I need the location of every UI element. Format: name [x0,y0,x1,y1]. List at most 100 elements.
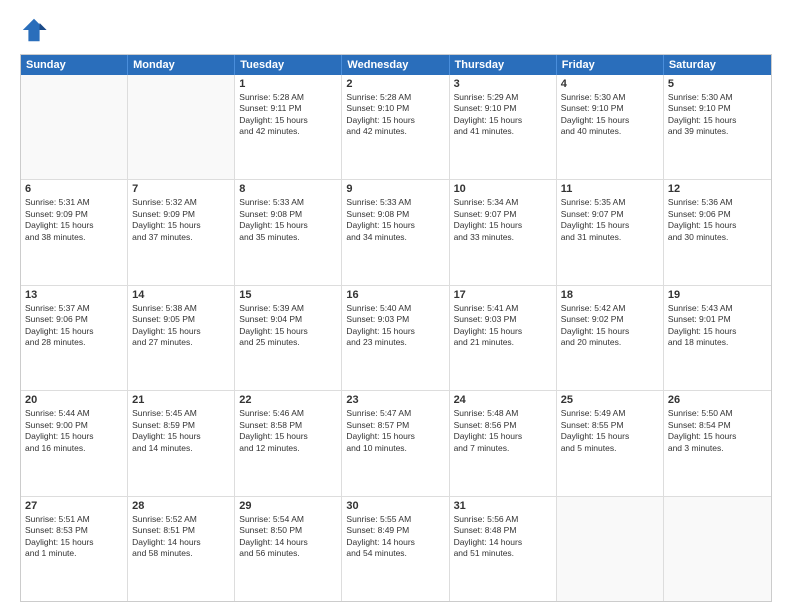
cell-line: Sunset: 8:49 PM [346,525,444,536]
cell-line: Sunset: 9:10 PM [454,103,552,114]
cell-line: Daylight: 15 hours [668,220,767,231]
day-cell-16: 16Sunrise: 5:40 AMSunset: 9:03 PMDayligh… [342,286,449,390]
header [20,16,772,44]
day-number: 5 [668,78,767,90]
calendar-row-3: 20Sunrise: 5:44 AMSunset: 9:00 PMDayligh… [21,391,771,496]
day-cell-11: 11Sunrise: 5:35 AMSunset: 9:07 PMDayligh… [557,180,664,284]
cell-line: Sunset: 9:03 PM [346,314,444,325]
cell-line: Sunset: 9:08 PM [346,209,444,220]
cell-line: Daylight: 15 hours [561,326,659,337]
calendar-body: 1Sunrise: 5:28 AMSunset: 9:11 PMDaylight… [21,75,771,601]
cell-line: Sunset: 9:07 PM [454,209,552,220]
day-cell-26: 26Sunrise: 5:50 AMSunset: 8:54 PMDayligh… [664,391,771,495]
cell-line: Sunrise: 5:41 AM [454,303,552,314]
header-cell-saturday: Saturday [664,55,771,75]
cell-line: and 10 minutes. [346,443,444,454]
cell-line: Sunset: 8:51 PM [132,525,230,536]
cell-line: and 51 minutes. [454,548,552,559]
cell-line: and 42 minutes. [239,126,337,137]
cell-line: Sunset: 8:50 PM [239,525,337,536]
calendar: SundayMondayTuesdayWednesdayThursdayFrid… [20,54,772,602]
cell-line: Sunset: 8:57 PM [346,420,444,431]
cell-line: Sunset: 9:09 PM [132,209,230,220]
cell-line: Daylight: 15 hours [239,431,337,442]
cell-line: Sunset: 8:54 PM [668,420,767,431]
cell-line: Sunset: 9:02 PM [561,314,659,325]
cell-line: and 54 minutes. [346,548,444,559]
cell-line: and 20 minutes. [561,337,659,348]
cell-line: Daylight: 14 hours [132,537,230,548]
day-number: 14 [132,289,230,301]
cell-line: Sunset: 9:10 PM [346,103,444,114]
cell-line: and 40 minutes. [561,126,659,137]
day-number: 1 [239,78,337,90]
cell-line: Daylight: 15 hours [454,220,552,231]
day-number: 22 [239,394,337,406]
day-cell-19: 19Sunrise: 5:43 AMSunset: 9:01 PMDayligh… [664,286,771,390]
day-number: 16 [346,289,444,301]
day-number: 15 [239,289,337,301]
cell-line: and 58 minutes. [132,548,230,559]
cell-line: Sunrise: 5:47 AM [346,408,444,419]
day-cell-7: 7Sunrise: 5:32 AMSunset: 9:09 PMDaylight… [128,180,235,284]
day-number: 7 [132,183,230,195]
day-cell-14: 14Sunrise: 5:38 AMSunset: 9:05 PMDayligh… [128,286,235,390]
calendar-row-2: 13Sunrise: 5:37 AMSunset: 9:06 PMDayligh… [21,286,771,391]
day-number: 30 [346,500,444,512]
day-number: 19 [668,289,767,301]
cell-line: and 28 minutes. [25,337,123,348]
cell-line: Daylight: 15 hours [668,431,767,442]
calendar-row-4: 27Sunrise: 5:51 AMSunset: 8:53 PMDayligh… [21,497,771,601]
cell-line: Sunrise: 5:31 AM [25,197,123,208]
cell-line: Sunrise: 5:50 AM [668,408,767,419]
cell-line: Sunrise: 5:38 AM [132,303,230,314]
cell-line: and 23 minutes. [346,337,444,348]
calendar-row-0: 1Sunrise: 5:28 AMSunset: 9:11 PMDaylight… [21,75,771,180]
day-cell-10: 10Sunrise: 5:34 AMSunset: 9:07 PMDayligh… [450,180,557,284]
cell-line: Sunrise: 5:37 AM [25,303,123,314]
header-cell-tuesday: Tuesday [235,55,342,75]
cell-line: Sunrise: 5:39 AM [239,303,337,314]
cell-line: and 25 minutes. [239,337,337,348]
header-cell-thursday: Thursday [450,55,557,75]
cell-line: Sunrise: 5:40 AM [346,303,444,314]
day-number: 31 [454,500,552,512]
cell-line: Sunset: 9:00 PM [25,420,123,431]
cell-line: Daylight: 14 hours [239,537,337,548]
cell-line: Sunset: 8:58 PM [239,420,337,431]
cell-line: and 18 minutes. [668,337,767,348]
day-number: 10 [454,183,552,195]
cell-line: Sunrise: 5:46 AM [239,408,337,419]
day-number: 20 [25,394,123,406]
day-number: 2 [346,78,444,90]
day-cell-21: 21Sunrise: 5:45 AMSunset: 8:59 PMDayligh… [128,391,235,495]
day-number: 12 [668,183,767,195]
day-number: 13 [25,289,123,301]
day-number: 6 [25,183,123,195]
empty-cell-0-1 [128,75,235,179]
cell-line: Daylight: 15 hours [25,220,123,231]
cell-line: Sunset: 8:59 PM [132,420,230,431]
day-number: 3 [454,78,552,90]
cell-line: Sunset: 9:10 PM [668,103,767,114]
cell-line: Sunrise: 5:28 AM [239,92,337,103]
cell-line: Sunset: 8:55 PM [561,420,659,431]
day-cell-4: 4Sunrise: 5:30 AMSunset: 9:10 PMDaylight… [557,75,664,179]
day-cell-23: 23Sunrise: 5:47 AMSunset: 8:57 PMDayligh… [342,391,449,495]
header-cell-friday: Friday [557,55,664,75]
cell-line: Daylight: 15 hours [668,326,767,337]
header-cell-sunday: Sunday [21,55,128,75]
cell-line: Sunset: 8:48 PM [454,525,552,536]
cell-line: Sunrise: 5:52 AM [132,514,230,525]
cell-line: and 39 minutes. [668,126,767,137]
cell-line: Sunrise: 5:55 AM [346,514,444,525]
day-cell-31: 31Sunrise: 5:56 AMSunset: 8:48 PMDayligh… [450,497,557,601]
cell-line: and 41 minutes. [454,126,552,137]
cell-line: Sunrise: 5:28 AM [346,92,444,103]
page: SundayMondayTuesdayWednesdayThursdayFrid… [0,0,792,612]
header-cell-monday: Monday [128,55,235,75]
day-number: 27 [25,500,123,512]
cell-line: Sunrise: 5:48 AM [454,408,552,419]
day-cell-27: 27Sunrise: 5:51 AMSunset: 8:53 PMDayligh… [21,497,128,601]
day-cell-6: 6Sunrise: 5:31 AMSunset: 9:09 PMDaylight… [21,180,128,284]
